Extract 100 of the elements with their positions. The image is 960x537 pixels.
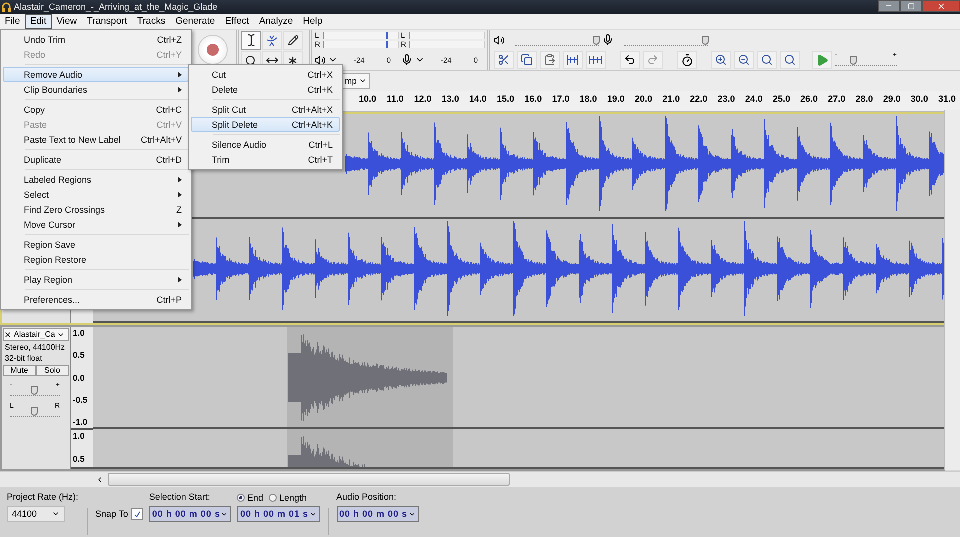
timeline-tick-label: 26.0: [800, 93, 820, 104]
menu-item[interactable]: Silence Audio Ctrl+L: [191, 137, 340, 152]
solo-button[interactable]: Solo: [36, 365, 69, 376]
menu-title[interactable]: Effect: [220, 14, 254, 29]
timeline-tick-label: 22.0: [689, 93, 709, 104]
menu-title[interactable]: Generate: [170, 14, 220, 29]
window-title: Alastair_Cameron_-_Arriving_at_the_Magic_Glade: [14, 2, 218, 12]
microphone-icon: [602, 34, 614, 46]
paste-icon[interactable]: [540, 51, 560, 69]
amplitude-label: 1.0: [72, 431, 86, 442]
scissors-icon[interactable]: [494, 51, 514, 69]
menu-item[interactable]: Find Zero Crossings Z: [3, 202, 189, 217]
timeline-tick-label: 24.0: [744, 93, 764, 104]
menu-item[interactable]: Trim Ctrl+T: [191, 152, 340, 167]
timeline-tick-label: 13.0: [440, 93, 460, 104]
menu-item[interactable]: Paste Text to New Label Ctrl+Alt+V: [3, 132, 189, 147]
timeline-tick-label: 10.0: [358, 93, 378, 104]
scroll-left-icon[interactable]: [96, 476, 104, 484]
maximize-button[interactable]: [900, 0, 922, 12]
close-button[interactable]: [922, 0, 960, 12]
envelope-tool-icon[interactable]: [262, 31, 282, 50]
menu-title[interactable]: Analyze: [254, 14, 298, 29]
menu-item[interactable]: Play Region: [3, 272, 189, 287]
slider-thumb[interactable]: [31, 386, 38, 395]
check-icon: [134, 510, 141, 518]
radio-option[interactable]: Length: [269, 492, 307, 502]
menu-title[interactable]: View: [52, 14, 82, 29]
slider-thumb[interactable]: [593, 36, 600, 44]
amplitude-label: 0.5: [72, 350, 86, 360]
timeline-tick-label: 31.0: [938, 93, 958, 104]
caret-icon: [310, 510, 316, 518]
time-field[interactable]: 00 h 00 m 01 s: [237, 506, 320, 522]
undo-icon[interactable]: [620, 51, 640, 69]
vertical-scrollbar[interactable]: [944, 110, 960, 470]
track-format: Stereo, 44100Hz: [4, 342, 66, 353]
timeline-tick-label: 19.0: [606, 93, 626, 104]
dropdown[interactable]: mp: [343, 73, 370, 89]
slider-thumb[interactable]: [850, 56, 857, 64]
timer-icon[interactable]: [677, 51, 697, 69]
menu-item[interactable]: Move Cursor: [3, 217, 189, 232]
menu-item[interactable]: Split Delete Ctrl+Alt+K: [191, 117, 340, 132]
track-name-dropdown[interactable]: Alastair_Ca: [3, 328, 69, 341]
time-field[interactable]: 00 h 00 m 00 s: [336, 506, 419, 522]
timeline-tick-label: 14.0: [468, 93, 488, 104]
record-button[interactable]: [198, 35, 228, 65]
menu-item[interactable]: Select: [3, 187, 189, 202]
timeline-tick-label: 30.0: [910, 93, 930, 104]
menu-item[interactable]: Region Restore: [3, 252, 189, 267]
timeline-tick-label: 23.0: [716, 93, 736, 104]
amplitude-label: 1.0: [72, 328, 86, 338]
menu-title[interactable]: Help: [298, 14, 328, 29]
slider-thumb[interactable]: [702, 36, 710, 44]
menu-item[interactable]: Labeled Regions: [3, 172, 189, 187]
timeline-tick-label: 20.0: [634, 93, 654, 104]
scrollbar-thumb[interactable]: [108, 473, 510, 486]
text-cursor-icon[interactable]: [241, 31, 261, 50]
menu-item[interactable]: Duplicate Ctrl+D: [3, 152, 189, 167]
close-icon[interactable]: [4, 330, 12, 338]
horizontal-scrollbar[interactable]: [0, 471, 960, 487]
audio-position-label: Audio Position:: [336, 492, 398, 503]
timeline-tick-label: 27.0: [827, 93, 847, 104]
zoom-in-icon[interactable]: [711, 51, 731, 69]
input-volume-slider[interactable]: [624, 34, 708, 46]
zoom-out-icon[interactable]: [734, 51, 754, 69]
menu-item[interactable]: Cut Ctrl+X: [191, 67, 340, 82]
menu-item[interactable]: Preferences... Ctrl+P: [3, 292, 189, 307]
snap-to-checkbox[interactable]: [131, 508, 144, 520]
pencil-icon[interactable]: [283, 31, 303, 50]
microphone-icon[interactable]: [401, 54, 414, 66]
amplitude-label: -0.5: [72, 394, 89, 405]
time-field[interactable]: 00 h 00 m 00 s: [149, 506, 232, 522]
menu-title[interactable]: File: [0, 14, 26, 29]
slider-thumb[interactable]: [31, 407, 38, 416]
timeline-tick-label: 21.0: [662, 93, 682, 104]
timeline-tick-label: 28.0: [854, 93, 874, 104]
menu-title[interactable]: Transport: [82, 14, 132, 29]
menu-item[interactable]: Split Cut Ctrl+Alt+X: [191, 102, 340, 117]
maximize-icon: [908, 2, 914, 10]
menu-item[interactable]: Clip Boundaries: [3, 82, 189, 97]
menu-item[interactable]: Undo Trim Ctrl+Z: [3, 32, 189, 47]
project-rate-label: Project Rate (Hz):: [7, 492, 79, 503]
menu-item[interactable]: Remove Audio: [3, 67, 189, 82]
amplitude-label: 0.5: [72, 454, 86, 464]
headphones-icon: [2, 2, 11, 12]
snap-to-label: Snap To: [96, 508, 128, 520]
menu-item[interactable]: Copy Ctrl+C: [3, 102, 189, 117]
radio-option[interactable]: End: [237, 492, 264, 502]
minimize-button[interactable]: [878, 0, 900, 12]
menu-title[interactable]: Tracks: [132, 14, 171, 29]
menu-item[interactable]: Delete Ctrl+K: [191, 82, 340, 97]
play-icon[interactable]: [812, 51, 832, 69]
menu-title[interactable]: Edit: [25, 14, 52, 29]
mute-button[interactable]: Mute: [3, 365, 36, 376]
copy-icon[interactable]: [517, 51, 537, 69]
amplitude-label: -1.0: [72, 417, 89, 427]
timeline-tick-label: 25.0: [772, 93, 792, 104]
speaker-icon[interactable]: [315, 54, 326, 66]
output-volume-slider[interactable]: [515, 34, 599, 46]
project-rate-dropdown[interactable]: 44100: [7, 506, 65, 522]
menu-item[interactable]: Region Save: [3, 237, 189, 252]
